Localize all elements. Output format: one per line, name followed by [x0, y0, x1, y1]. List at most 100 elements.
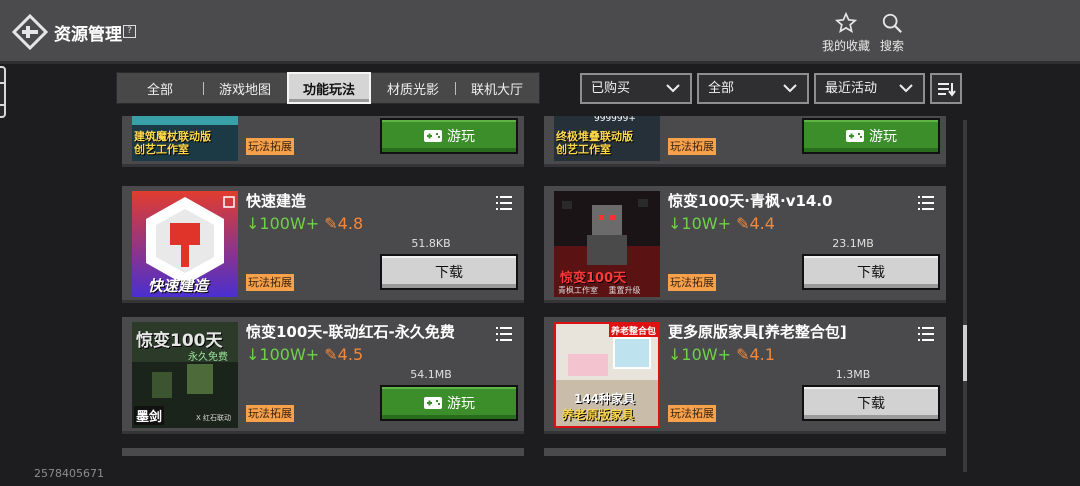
- sort-value: 最近活动: [825, 81, 878, 96]
- search-icon: [882, 13, 902, 33]
- resource-card[interactable]: [544, 448, 946, 456]
- resource-thumbnail: 惊变100天 青枫工作室 重置升级: [554, 191, 660, 297]
- resource-title: 惊变100天-联动红石-永久免费: [246, 323, 455, 341]
- resource-thumbnail: 建筑魔杖联动版 创艺工作室: [132, 116, 238, 161]
- thumbnail-text: 惊变100天: [560, 271, 627, 286]
- play-button[interactable]: 游玩: [380, 385, 518, 421]
- sort-order-button[interactable]: [930, 73, 962, 104]
- thumbnail-text: 144种家具: [574, 392, 636, 406]
- resource-card[interactable]: 惊变100天 青枫工作室 重置升级 惊变100天·青枫·v14.0 ↓10W+ …: [544, 186, 946, 303]
- resource-thumbnail: 养老整合包 144种家具 养老原版家具: [554, 322, 660, 428]
- back-arrow-icon: [11, 13, 49, 51]
- rating-value: 4.4: [749, 214, 775, 233]
- download-button-label: 下载: [857, 396, 885, 412]
- resource-thumbnail: 快速建造: [132, 191, 238, 297]
- download-button-label: 下载: [435, 265, 463, 281]
- rating-value: 4.8: [337, 214, 364, 233]
- download-arrow-icon: ↓: [246, 214, 260, 233]
- page-title: 资源管理: [54, 25, 122, 45]
- resource-stats: ↓100W+ ✎4.5: [246, 345, 363, 364]
- thumbnail-text: 墨剑: [134, 406, 165, 425]
- side-panel-handle[interactable]: [0, 66, 6, 118]
- download-button-label: 下载: [857, 265, 885, 281]
- menu-icon[interactable]: [918, 196, 934, 210]
- tab-maps-label: 游戏地图: [218, 82, 271, 98]
- gamepad-icon: [424, 130, 442, 142]
- tab-textures-label: 材质光影: [386, 82, 439, 98]
- play-button[interactable]: 游玩: [380, 118, 518, 154]
- download-arrow-icon: ↓: [668, 214, 682, 233]
- tab-all[interactable]: 全部: [117, 73, 203, 103]
- download-arrow-icon: ↓: [668, 345, 682, 364]
- gamepad-icon: [846, 130, 864, 142]
- resource-thumbnail: 惊变100天 永久免费 墨剑 X 红石联动: [132, 322, 238, 428]
- category-tag: 玩法拓展: [668, 274, 716, 291]
- menu-icon[interactable]: [496, 196, 512, 210]
- download-button[interactable]: 下载: [802, 385, 940, 421]
- resource-stats: ↓10W+ ✎4.4: [668, 214, 775, 233]
- resource-title: 惊变100天·青枫·v14.0: [668, 192, 833, 210]
- star-icon: [835, 12, 857, 33]
- rating-icon: ✎: [324, 345, 338, 364]
- back-button[interactable]: [11, 13, 49, 51]
- tab-multiplayer-label: 联机大厅: [470, 82, 523, 98]
- rating-value: 4.5: [337, 345, 364, 364]
- play-button-label: 游玩: [447, 129, 475, 145]
- help-icon[interactable]: ?: [123, 25, 136, 38]
- resource-stats: ↓100W+ ✎4.8: [246, 214, 363, 233]
- rating-icon: ✎: [736, 214, 750, 233]
- thumbnail-text: 创艺工作室: [134, 143, 189, 156]
- user-id: 2578405671: [34, 467, 104, 480]
- tab-gameplay[interactable]: 功能玩法: [287, 72, 371, 104]
- download-button[interactable]: 下载: [802, 254, 940, 290]
- file-size: 51.8KB: [411, 237, 451, 250]
- thumbnail-text: 养老整合包: [608, 324, 658, 337]
- chevron-down-icon: [899, 84, 913, 93]
- sort-order-icon: [938, 83, 956, 97]
- resource-thumbnail: 999999+ 终极堆叠联动版 创艺工作室: [554, 116, 660, 161]
- file-size: 54.1MB: [410, 368, 452, 381]
- rating-value: 4.1: [749, 345, 775, 364]
- download-button[interactable]: 下载: [380, 254, 518, 290]
- purchase-filter-dropdown[interactable]: 已购买: [580, 73, 692, 104]
- resource-stats: ↓10W+ ✎4.1: [668, 345, 775, 364]
- resource-card[interactable]: 建筑魔杖联动版 创艺工作室 玩法拓展 游玩: [122, 116, 524, 167]
- tab-textures[interactable]: 材质光影: [371, 73, 455, 103]
- category-filter-dropdown[interactable]: 全部: [697, 73, 809, 104]
- play-button-label: 游玩: [869, 129, 897, 145]
- scrollbar-thumb[interactable]: [963, 325, 967, 381]
- file-size: 23.1MB: [832, 237, 874, 250]
- chevron-down-icon: [666, 84, 680, 93]
- resource-card[interactable]: 惊变100天 永久免费 墨剑 X 红石联动 惊变100天-联动红石-永久免费 ↓…: [122, 317, 524, 434]
- resource-card[interactable]: 快速建造 快速建造 ↓100W+ ✎4.8 51.8KB 玩法拓展 下载: [122, 186, 524, 303]
- category-tag: 玩法拓展: [246, 274, 294, 291]
- tab-maps[interactable]: 游戏地图: [203, 73, 287, 103]
- menu-icon[interactable]: [918, 327, 934, 341]
- play-button-label: 游玩: [447, 396, 475, 412]
- search-button[interactable]: 搜索: [864, 12, 920, 54]
- resource-title: 快速建造: [246, 192, 307, 210]
- play-button[interactable]: 游玩: [802, 118, 940, 154]
- list-scrollbar[interactable]: [963, 120, 967, 472]
- resource-card[interactable]: [122, 448, 524, 456]
- thumbnail-text: 养老原版家具: [562, 408, 635, 422]
- sort-dropdown[interactable]: 最近活动: [814, 73, 925, 104]
- gamepad-icon: [424, 397, 442, 409]
- menu-icon[interactable]: [496, 327, 512, 341]
- category-tag: 玩法拓展: [668, 405, 716, 422]
- category-tag: 玩法拓展: [668, 138, 716, 155]
- thumbnail-text: 建筑魔杖联动版: [134, 130, 211, 143]
- resource-card[interactable]: 养老整合包 144种家具 养老原版家具 更多原版家具[养老整合包] ↓10W+ …: [544, 317, 946, 434]
- tab-all-label: 全部: [146, 82, 173, 98]
- resource-list[interactable]: 建筑魔杖联动版 创艺工作室 玩法拓展 游玩 999999+ 终极堆叠联动版 创艺…: [116, 116, 962, 456]
- resource-card[interactable]: 999999+ 终极堆叠联动版 创艺工作室 玩法拓展 游玩: [544, 116, 946, 167]
- tab-multiplayer[interactable]: 联机大厅: [455, 73, 539, 103]
- category-tag: 玩法拓展: [246, 138, 294, 155]
- resource-title: 更多原版家具[养老整合包]: [668, 323, 847, 341]
- purchase-filter-value: 已购买: [591, 81, 631, 96]
- chevron-down-icon: [783, 84, 797, 93]
- top-bar: 资源管理 ? 我的收藏 搜索: [0, 0, 1080, 64]
- thumbnail-text: 创艺工作室: [556, 143, 611, 156]
- download-count: 100W+: [259, 345, 320, 364]
- download-count: 10W+: [681, 345, 731, 364]
